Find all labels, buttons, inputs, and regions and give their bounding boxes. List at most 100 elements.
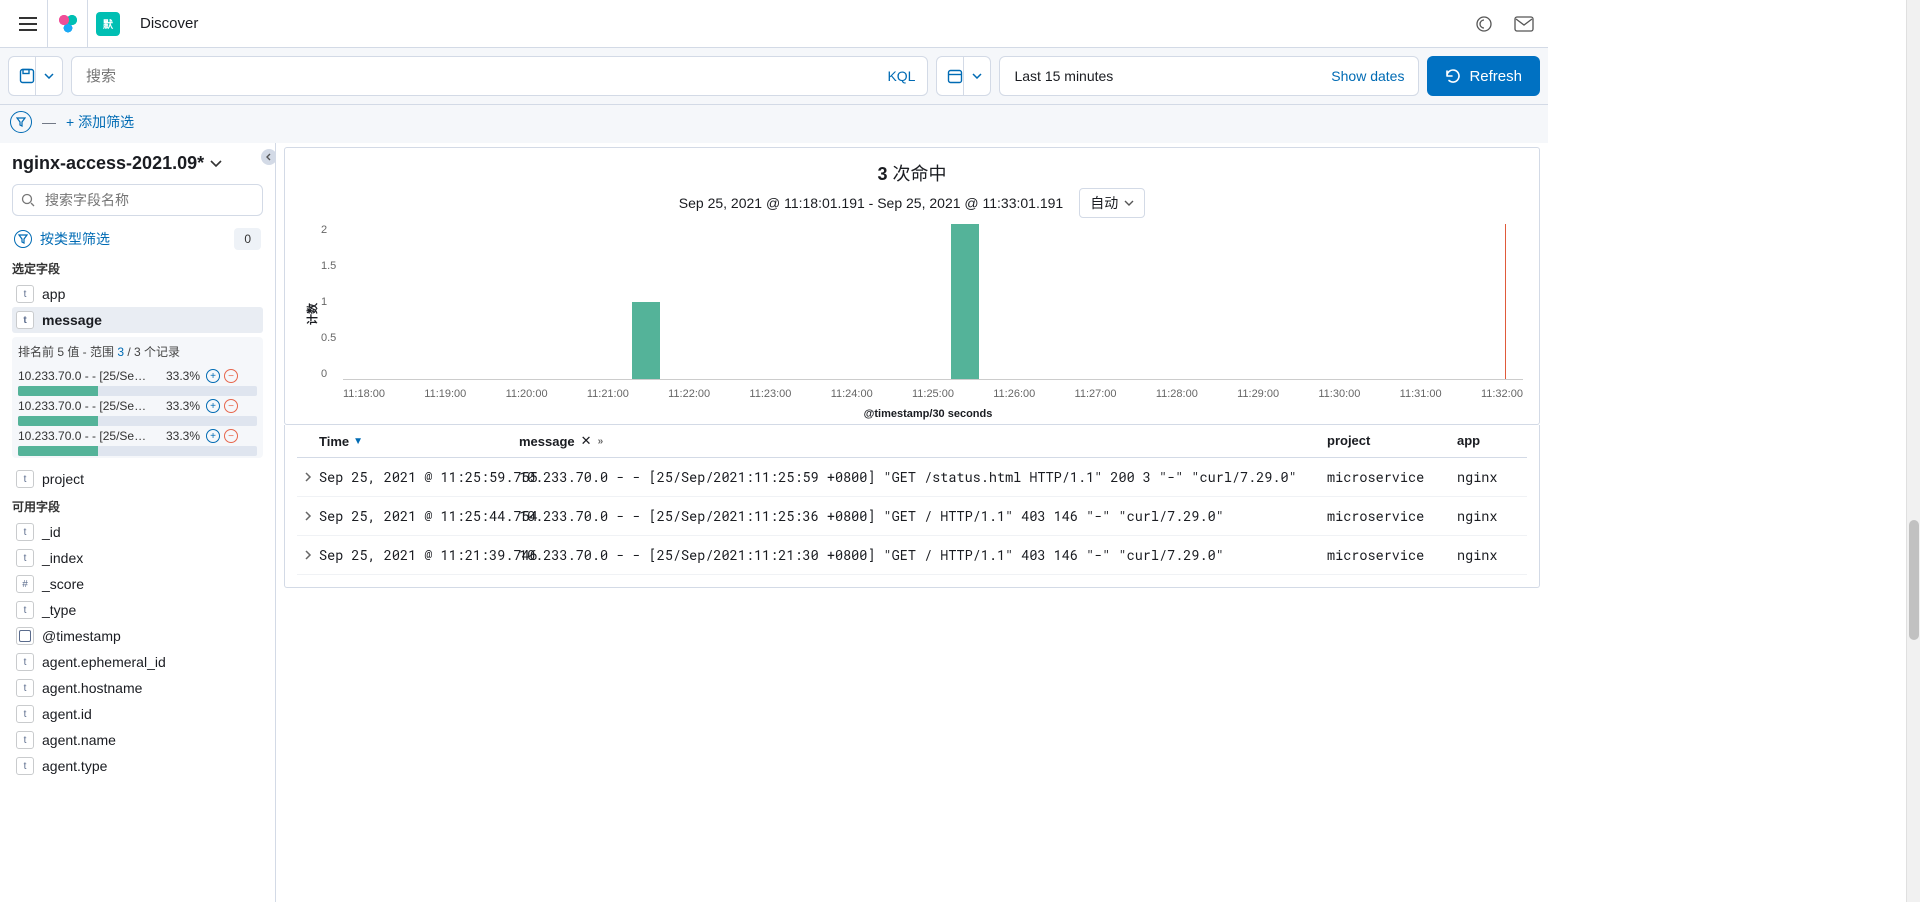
histogram-panel: 3 次命中 Sep 25, 2021 @ 11:18:01.191 - Sep … <box>284 147 1540 425</box>
breadcrumb[interactable]: Discover <box>140 15 198 32</box>
sort-desc-icon: ▼ <box>353 436 363 447</box>
field-name: agent.id <box>42 706 92 722</box>
available-field-agent.type[interactable]: tagent.type <box>12 753 263 779</box>
selected-field-message[interactable]: tmessage <box>12 307 263 333</box>
date-quick-menu[interactable] <box>936 56 991 96</box>
column-app[interactable]: app <box>1457 433 1527 449</box>
available-field-agent.id[interactable]: t agent.id <box>12 701 263 727</box>
newsfeed-button[interactable] <box>1468 8 1500 40</box>
move-column-icon[interactable]: » <box>598 436 604 447</box>
available-field-agent.hostname[interactable]: t agent.hostname <box>12 675 263 701</box>
collapse-sidebar-button[interactable] <box>261 149 276 165</box>
search-input[interactable] <box>84 67 879 86</box>
home-button[interactable] <box>48 0 88 48</box>
field-type-icon: t <box>16 285 34 303</box>
chart-y-label: 计数 <box>304 303 320 325</box>
chart-bar[interactable] <box>951 224 979 379</box>
field-type-filter-label: 按类型筛选 <box>40 229 110 249</box>
field-name: app <box>42 286 65 302</box>
elastic-logo-icon <box>58 14 78 34</box>
date-quick-dropdown[interactable] <box>963 57 990 95</box>
filter-for-icon[interactable]: + <box>206 429 220 443</box>
date-range-value[interactable]: Last 15 minutes <box>1000 68 1317 84</box>
top5-bar <box>18 386 257 396</box>
field-type-icon: t <box>16 705 34 723</box>
refresh-button[interactable]: Refresh <box>1427 56 1540 96</box>
expand-row-button[interactable] <box>297 546 319 564</box>
chart-bar[interactable] <box>632 302 660 380</box>
field-type-icon: t <box>16 679 34 697</box>
field-type-filter[interactable]: 按类型筛选 0 <box>12 224 263 254</box>
available-field-_index[interactable]: t _index <box>12 545 263 571</box>
top5-value: 10.233.70.0 - - [25/Sep/2... <box>18 369 150 383</box>
field-top5-stats: 排名前 5 值 - 范围 3 / 3 个记录 10.233.70.0 - - [… <box>12 337 263 458</box>
filter-for-icon[interactable]: + <box>206 399 220 413</box>
filter-icon <box>16 117 26 127</box>
field-name: agent.hostname <box>42 680 142 696</box>
cell-time: Sep 25, 2021 @ 11:25:44.754 <box>319 507 519 525</box>
field-name: _index <box>42 550 83 566</box>
filter-out-icon[interactable]: − <box>224 369 238 383</box>
available-field-_id[interactable]: t_id <box>12 519 263 545</box>
available-field-_type[interactable]: t_type <box>12 597 263 623</box>
index-pattern-select[interactable]: nginx-access-2021.09* <box>12 153 263 174</box>
nav-toggle-button[interactable] <box>8 0 48 48</box>
chevron-down-icon <box>1124 200 1134 206</box>
chart-x-label: @timestamp/30 seconds <box>329 408 1527 420</box>
available-field-agent.ephemeral_id[interactable]: tagent.ephemeral_id <box>12 649 263 675</box>
expand-row-button[interactable] <box>297 468 319 486</box>
available-field-agent.name[interactable]: tagent.name <box>12 727 263 753</box>
selected-field-app[interactable]: tapp <box>12 281 263 307</box>
field-search-input[interactable] <box>43 191 254 209</box>
field-name: agent.ephemeral_id <box>42 654 166 670</box>
saved-query-menu[interactable] <box>8 56 63 96</box>
selected-field-project[interactable]: tproject <box>12 466 263 492</box>
top5-value: 10.233.70.0 - - [25/Sep/2... <box>18 399 150 413</box>
main-area: 3 次命中 Sep 25, 2021 @ 11:18:01.191 - Sep … <box>276 143 1548 902</box>
top5-bar <box>18 416 257 426</box>
fields-sidebar: nginx-access-2021.09* 按类型筛选 0 选定字段 tappt… <box>0 143 276 902</box>
hits-count: 3 次命中 <box>297 160 1527 186</box>
table-header: Time ▼ message ✕ » project app <box>297 425 1527 458</box>
field-type-icon: t <box>16 549 34 567</box>
field-type-icon: t <box>16 757 34 775</box>
filter-out-icon[interactable]: − <box>224 429 238 443</box>
show-dates-button[interactable]: Show dates <box>1317 68 1418 84</box>
app-header: 默 Discover <box>0 0 1548 48</box>
top5-bar <box>18 446 257 456</box>
cell-message: 10.233.70.0 - - [25/Sep/2021:11:21:30 +0… <box>519 546 1327 564</box>
add-filter-button[interactable]: + 添加筛选 <box>66 112 134 132</box>
field-type-icon: t <box>16 470 34 488</box>
search-icon <box>21 193 35 207</box>
available-field-_score[interactable]: #_score <box>12 571 263 597</box>
filter-for-icon[interactable]: + <box>206 369 220 383</box>
calendar-icon <box>947 68 963 84</box>
chevron-down-icon <box>44 73 54 79</box>
mail-button[interactable] <box>1508 8 1540 40</box>
documents-panel: Time ▼ message ✕ » project app Sep 25, 2… <box>284 425 1540 588</box>
remove-column-icon[interactable]: ✕ <box>581 433 592 449</box>
histogram-chart[interactable]: 计数 21.510.50 11:18:0011:19:0011:20:0011:… <box>329 224 1523 404</box>
scroll-thumb[interactable] <box>1909 520 1919 640</box>
app-badge[interactable]: 默 <box>96 12 120 36</box>
top5-title: 排名前 5 值 - 范围 3 / 3 个记录 <box>18 343 257 360</box>
field-type-filter-count: 0 <box>234 228 261 250</box>
filter-out-icon[interactable]: − <box>224 399 238 413</box>
kql-toggle[interactable]: KQL <box>887 68 915 84</box>
column-time[interactable]: Time ▼ <box>319 433 519 449</box>
top5-row: 10.233.70.0 - - [25/Sep/2... 33.3% +− <box>18 396 257 416</box>
chevron-right-icon <box>304 511 312 521</box>
page-scrollbar[interactable] <box>1906 0 1920 902</box>
field-name: @timestamp <box>42 628 121 644</box>
filter-bar: — + 添加筛选 <box>0 105 1548 143</box>
expand-row-button[interactable] <box>297 507 319 525</box>
saved-query-dropdown[interactable] <box>35 57 62 95</box>
filter-options-button[interactable] <box>10 111 32 133</box>
column-project[interactable]: project <box>1327 433 1457 449</box>
interval-select[interactable]: 自动 <box>1079 188 1145 218</box>
available-fields-label: 可用字段 <box>12 498 263 515</box>
available-field-@timestamp[interactable]: @timestamp <box>12 623 263 649</box>
column-message[interactable]: message ✕ » <box>519 433 1327 449</box>
field-name: agent.name <box>42 732 116 748</box>
filter-divider: — <box>42 114 56 130</box>
